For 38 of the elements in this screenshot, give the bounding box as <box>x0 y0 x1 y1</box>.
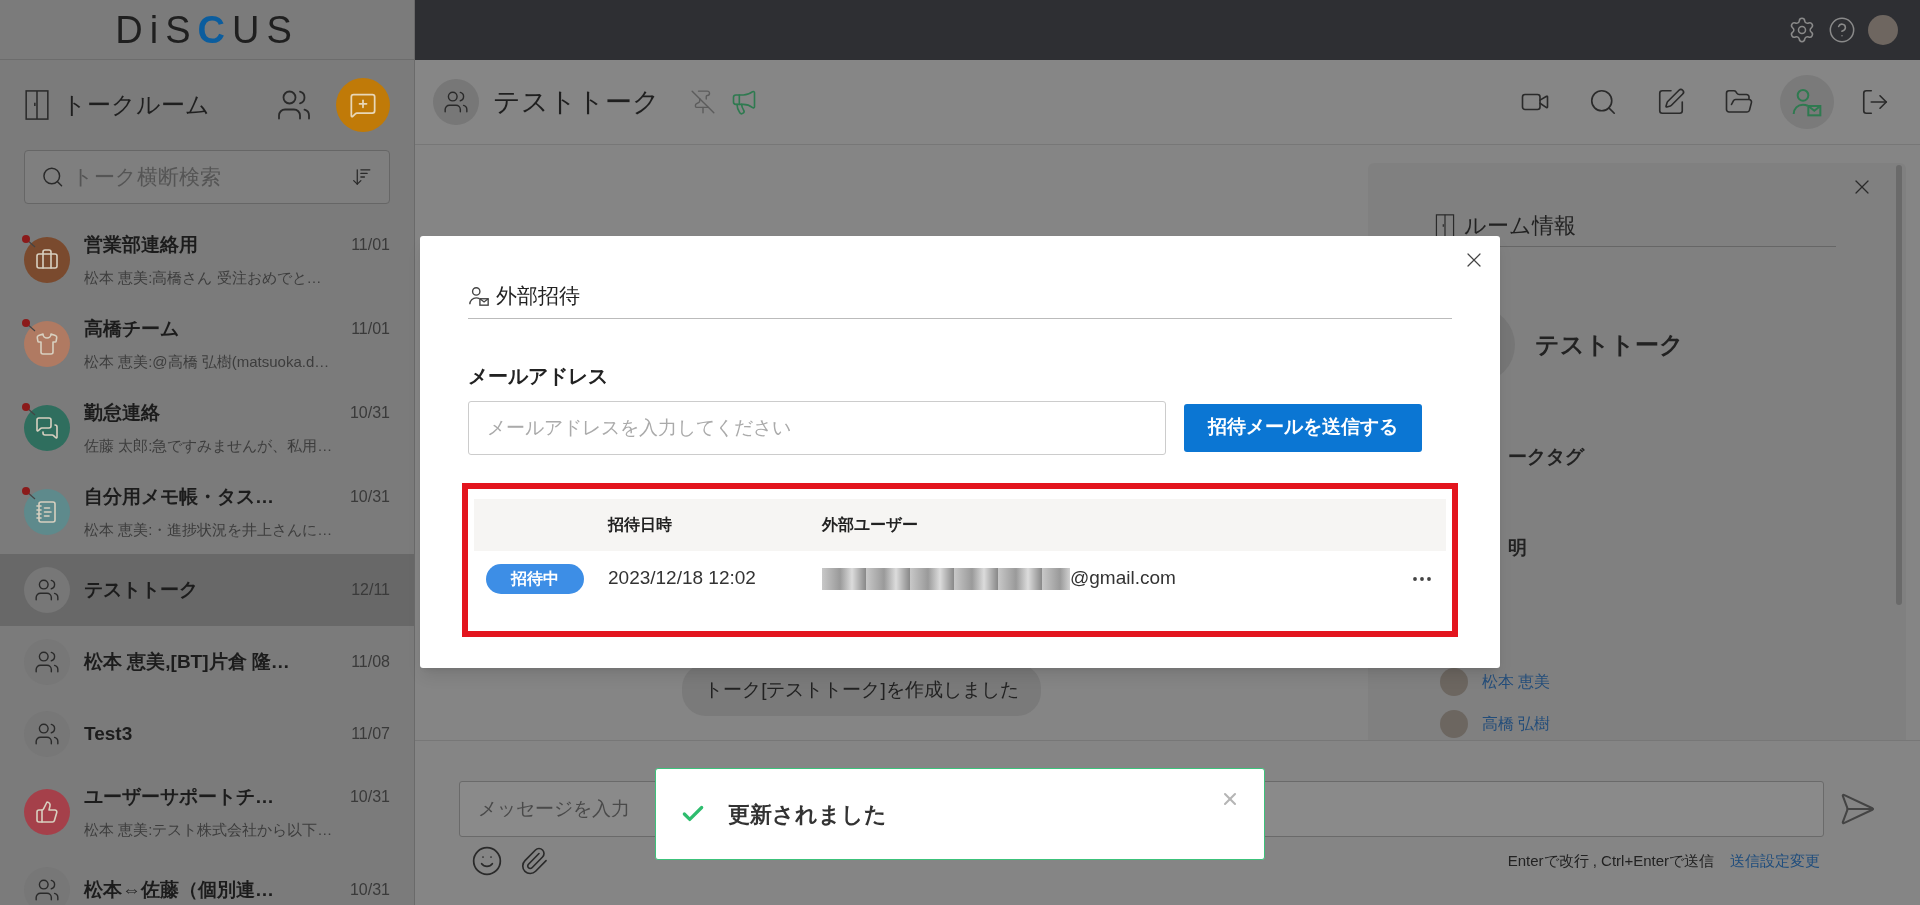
message-preview: 松本 恵美:高橋さん 受注おめでと… <box>84 268 323 288</box>
room-date: 10/31 <box>349 402 390 423</box>
room-name: 高橋チーム <box>84 316 179 341</box>
message-preview: 松本 恵美:・進捗状況を井上さんに… <box>84 520 334 540</box>
room-date: 11/08 <box>351 652 390 672</box>
column-header: 外部ユーザー <box>822 514 918 535</box>
app-logo: DiS C US <box>115 10 299 49</box>
table-cell-text: @gmail.com <box>1070 566 1176 591</box>
room-date: 11/01 <box>351 234 390 255</box>
tag-label: ークタグ <box>1508 445 1584 469</box>
room-name: 勤怠連絡 <box>84 400 160 425</box>
dialog-title: 外部招待 <box>496 283 580 309</box>
message-preview: 松本 恵美:@高橋 弘樹(matsuoka.d… <box>84 352 331 372</box>
room-name: テストトーク <box>84 577 198 602</box>
room-name: 松本 恵美,[BT]片倉 隆… <box>84 649 290 674</box>
table-cell-text: 2023/12/18 12:02 <box>608 566 757 591</box>
status-badge: 招待中 <box>486 563 584 594</box>
email-label: メールアドレス <box>468 363 609 389</box>
description-label: 明 <box>1508 535 1527 560</box>
message-preview: 佐藤 太郎:急ですみませんが、私用… <box>84 436 334 456</box>
room-date: 11/07 <box>351 724 390 744</box>
panel-title: ルーム情報 <box>1464 212 1576 240</box>
room-name: ユーザーサポートチ… <box>84 784 274 809</box>
room-date: 10/31 <box>349 786 390 807</box>
room-date: 11/01 <box>351 318 390 339</box>
room-name: 自分用メモ帳・タス… <box>84 484 274 509</box>
column-header: 招待日時 <box>608 514 673 535</box>
chat-title: テストトーク <box>493 85 660 119</box>
message-preview: 松本 恵美:テスト株式会社から以下… <box>84 820 334 840</box>
sidebar-title: トークルーム <box>62 90 211 120</box>
room-date: 10/31 <box>349 880 390 900</box>
send-hint: Enterで改行 , Ctrl+Enterで送信 <box>1507 850 1714 871</box>
room-name: テストトーク <box>1535 330 1684 360</box>
room-name: Test3 <box>84 721 133 746</box>
toast-message: 更新されました <box>728 800 887 829</box>
room-date: 10/31 <box>349 486 390 507</box>
room-name: 松本⇔佐藤（個別連… <box>84 877 274 902</box>
room-name: 営業部連絡用 <box>84 232 198 257</box>
